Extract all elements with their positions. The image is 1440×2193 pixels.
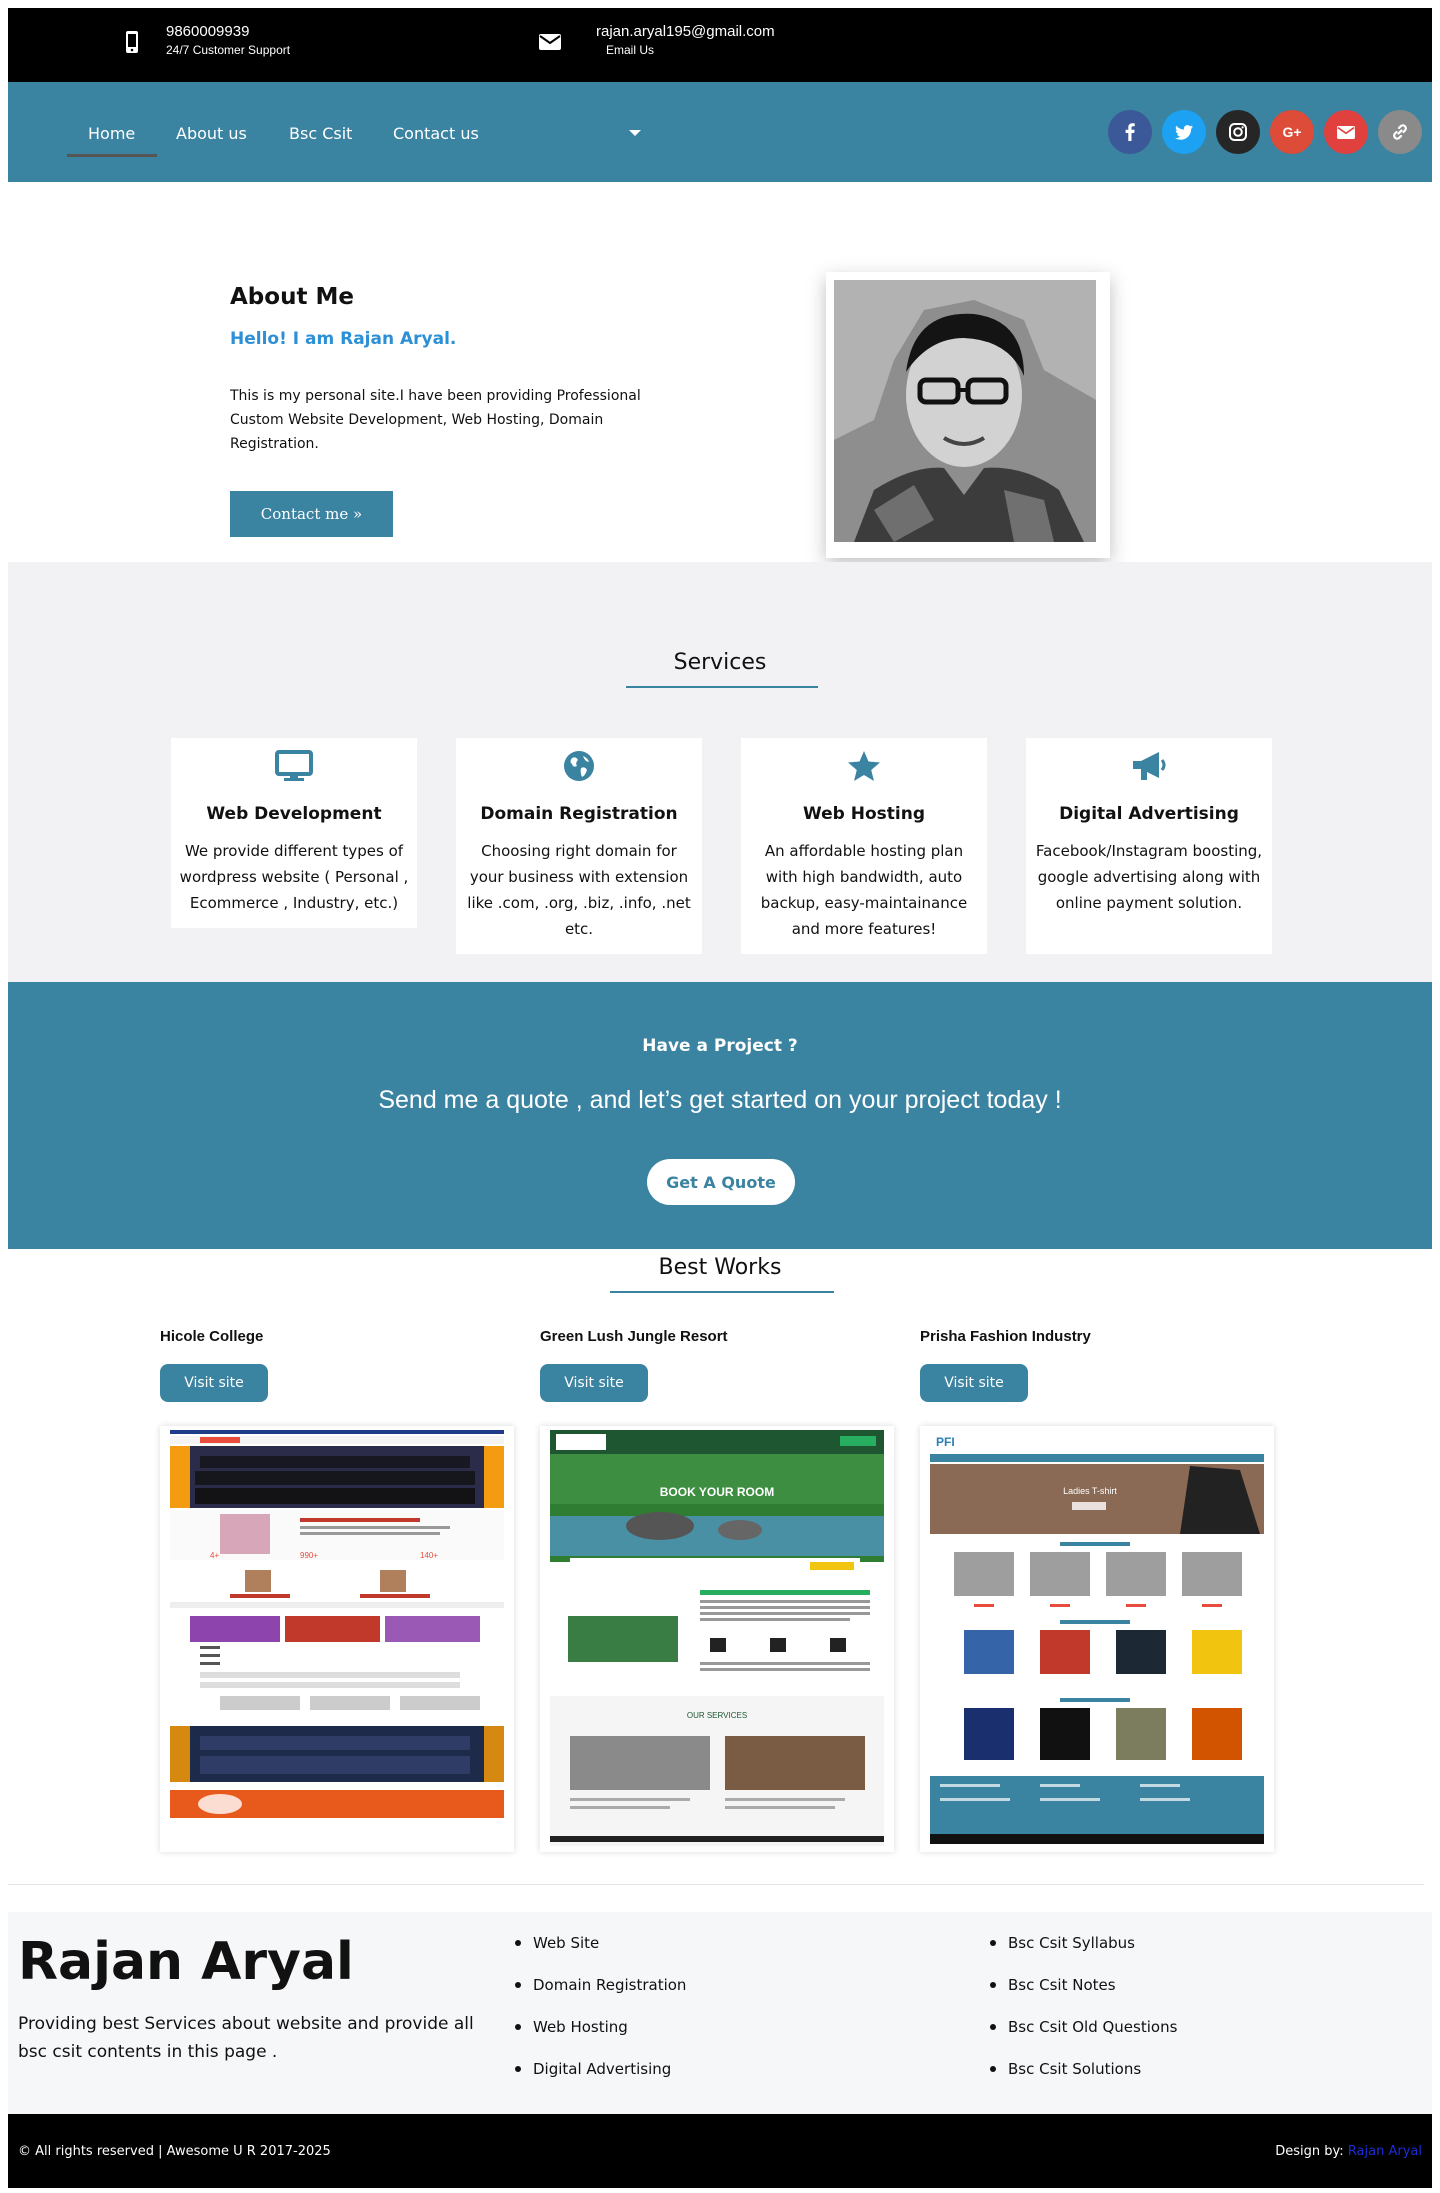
footer-brand-name: Rajan Aryal [18, 1932, 354, 1992]
email-address: rajan.aryal195@gmail.com [596, 23, 775, 40]
footer-csit-list: Bsc Csit Syllabus Bsc Csit Notes Bsc Csi… [988, 1932, 1177, 2100]
instagram-icon[interactable] [1216, 110, 1260, 154]
copyright-text: © All rights reserved | Awesome U R 2017… [18, 2144, 331, 2159]
phone-subtext: 24/7 Customer Support [166, 43, 291, 57]
project-text: Send me a quote , and let’s get started … [378, 1086, 1062, 1114]
bottom-bar: © All rights reserved | Awesome U R 2017… [8, 2114, 1432, 2188]
footer: Rajan Aryal Providing best Services abou… [8, 1912, 1432, 2114]
service-description: An affordable hosting plan with high ban… [760, 842, 968, 938]
mail-icon[interactable] [1324, 110, 1368, 154]
service-card: Digital Advertising Facebook/Instagram b… [1026, 738, 1272, 954]
footer-link[interactable]: Digital Advertising [513, 2058, 686, 2100]
footer-link[interactable]: Domain Registration [513, 1974, 686, 2016]
services-title-underline [626, 686, 818, 688]
services-title: Services [673, 650, 767, 675]
service-title: Digital Advertising [1059, 804, 1239, 824]
get-quote-button[interactable]: Get A Quote [647, 1159, 795, 1205]
service-title: Web Development [206, 804, 382, 824]
megaphone-icon [1026, 746, 1272, 786]
about-description: This is my personal site.I have been pro… [230, 388, 641, 452]
service-description: Facebook/Instagram boosting, google adve… [1035, 842, 1263, 912]
nav-bsc-csit[interactable]: Bsc Csit [289, 124, 352, 143]
about-title: About Me [230, 284, 354, 310]
footer-description: Providing best Services about website an… [18, 2014, 474, 2062]
about-hello: Hello! I am Rajan Aryal. [230, 329, 457, 349]
phone-number: 9860009939 [166, 23, 250, 40]
visit-site-button[interactable]: Visit site [540, 1364, 648, 1402]
contact-me-button[interactable]: Contact me » [230, 491, 393, 537]
svg-text:BOOK YOUR ROOM: BOOK YOUR ROOM [660, 1485, 774, 1499]
profile-photo-frame [826, 272, 1110, 558]
dropdown-caret-icon[interactable] [629, 130, 641, 136]
monitor-icon [171, 746, 417, 786]
footer-link[interactable]: Web Hosting [513, 2016, 686, 2058]
project-cta-section: Have a Project ? Send me a quote , and l… [8, 982, 1432, 1249]
star-icon [741, 746, 987, 786]
service-card: Domain Registration Choosing right domai… [456, 738, 702, 954]
best-works-title-underline [610, 1291, 834, 1293]
nav-home[interactable]: Home [88, 124, 135, 143]
email-subtext: Email Us [606, 43, 655, 57]
svg-text:PFI: PFI [936, 1435, 955, 1449]
envelope-icon [530, 22, 570, 62]
active-nav-indicator [67, 154, 157, 157]
footer-link[interactable]: Bsc Csit Solutions [988, 2058, 1177, 2100]
facebook-icon[interactable] [1108, 110, 1152, 154]
work-name: Green Lush Jungle Resort [540, 1328, 728, 1345]
main-navbar: Home About us Bsc Csit Contact us G+ [8, 82, 1432, 182]
svg-text:OUR SERVICES: OUR SERVICES [687, 1711, 747, 1720]
footer-link[interactable]: Web Site [513, 1932, 686, 1974]
top-contact-bar: 9860009939 24/7 Customer Support rajan.a… [8, 8, 1432, 82]
service-description: Choosing right domain for your business … [467, 842, 691, 938]
profile-photo [834, 280, 1096, 542]
mobile-phone-icon [112, 22, 152, 62]
service-title: Web Hosting [802, 804, 925, 824]
twitter-icon[interactable] [1162, 110, 1206, 154]
footer-link[interactable]: Bsc Csit Old Questions [988, 2016, 1177, 2058]
designer-link[interactable]: Rajan Aryal [1348, 2144, 1422, 2159]
design-label: Design by: [1275, 2144, 1344, 2159]
svg-text:140+: 140+ [420, 1551, 438, 1560]
project-heading: Have a Project ? [642, 1036, 798, 1056]
nav-contact[interactable]: Contact us [393, 124, 479, 143]
email-contact[interactable]: rajan.aryal195@gmail.com Email Us [530, 22, 775, 62]
section-divider [8, 1884, 1424, 1885]
globe-icon [456, 746, 702, 786]
visit-site-button[interactable]: Visit site [920, 1364, 1028, 1402]
service-card: Web Development We provide different typ… [171, 738, 417, 928]
service-card: Web Hosting An affordable hosting plan w… [741, 738, 987, 954]
svg-text:990+: 990+ [300, 1551, 318, 1560]
link-icon[interactable] [1378, 110, 1422, 154]
nav-about[interactable]: About us [176, 124, 247, 143]
visit-site-button[interactable]: Visit site [160, 1364, 268, 1402]
phone-contact[interactable]: 9860009939 24/7 Customer Support [112, 22, 290, 62]
work-name: Prisha Fashion Industry [920, 1328, 1091, 1345]
google-plus-icon[interactable]: G+ [1270, 110, 1314, 154]
service-description: We provide different types of wordpress … [179, 842, 409, 912]
footer-link[interactable]: Bsc Csit Syllabus [988, 1932, 1177, 1974]
design-credit: Design by: Rajan Aryal [1275, 2144, 1422, 2159]
hicole-college-screenshot[interactable]: 4+ 990+ 140+ [160, 1426, 514, 1852]
svg-text:Ladies T-shirt: Ladies T-shirt [1063, 1486, 1117, 1496]
work-name: Hicole College [160, 1328, 264, 1345]
service-title: Domain Registration [480, 804, 678, 824]
footer-link[interactable]: Bsc Csit Notes [988, 1974, 1177, 2016]
green-lush-resort-screenshot[interactable]: BOOK YOUR ROOM OUR SERVICES [540, 1426, 894, 1852]
svg-text:4+: 4+ [210, 1551, 219, 1560]
best-works-title: Best Works [658, 1255, 782, 1280]
prisha-fashion-screenshot[interactable]: PFI Ladies T-shirt [920, 1426, 1274, 1852]
footer-services-list: Web Site Domain Registration Web Hosting… [513, 1932, 686, 2100]
